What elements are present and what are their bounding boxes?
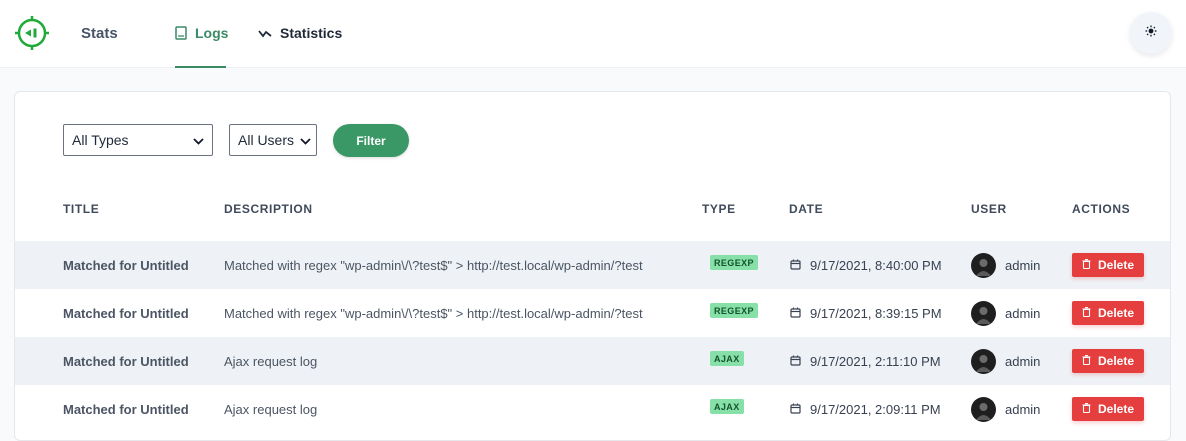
row-title: Matched for Untitled bbox=[63, 257, 189, 273]
type-select-value: All Types bbox=[72, 132, 129, 148]
delete-button[interactable]: Delete bbox=[1072, 253, 1144, 277]
type-badge: REGEXP bbox=[710, 303, 758, 318]
row-user-name: admin bbox=[1005, 305, 1041, 321]
book-icon bbox=[175, 25, 187, 41]
row-date: 9/17/2021, 8:40:00 PM bbox=[790, 241, 942, 289]
table-row: Matched for Untitled Matched with regex … bbox=[15, 241, 1170, 289]
chevron-down-icon bbox=[300, 132, 311, 148]
column-header-actions: ACTIONS bbox=[1072, 202, 1131, 216]
filter-button[interactable]: Filter bbox=[333, 124, 409, 157]
theme-toggle-button[interactable] bbox=[1130, 12, 1172, 54]
avatar bbox=[971, 300, 996, 326]
table-row: Matched for Untitled Ajax request log AJ… bbox=[15, 337, 1170, 385]
row-date: 9/17/2021, 8:39:15 PM bbox=[790, 289, 942, 337]
row-title: Matched for Untitled bbox=[63, 305, 189, 321]
delete-button[interactable]: Delete bbox=[1072, 397, 1144, 421]
column-header-title: TITLE bbox=[63, 202, 100, 216]
row-date-text: 9/17/2021, 8:40:00 PM bbox=[810, 257, 942, 273]
type-badge: AJAX bbox=[710, 399, 744, 414]
user-select[interactable]: All Users bbox=[229, 124, 317, 156]
row-description: Ajax request log bbox=[224, 401, 318, 417]
tab-statistics-label: Statistics bbox=[280, 25, 343, 41]
row-user: admin bbox=[971, 289, 1040, 337]
table-row: Matched for Untitled Ajax request log AJ… bbox=[15, 385, 1170, 433]
sun-icon bbox=[1145, 24, 1157, 42]
delete-button-label: Delete bbox=[1097, 402, 1135, 416]
type-badge: REGEXP bbox=[710, 255, 758, 270]
top-bar: Stats Logs Statistics bbox=[0, 0, 1186, 68]
tab-statistics[interactable]: Statistics bbox=[258, 25, 342, 68]
delete-button[interactable]: Delete bbox=[1072, 349, 1144, 373]
row-title: Matched for Untitled bbox=[63, 353, 189, 369]
avatar bbox=[971, 252, 996, 278]
row-date-text: 9/17/2021, 2:09:11 PM bbox=[810, 401, 941, 417]
row-title: Matched for Untitled bbox=[63, 401, 189, 417]
column-header-date: DATE bbox=[789, 202, 824, 216]
row-date: 9/17/2021, 2:11:10 PM bbox=[790, 337, 941, 385]
delete-button-label: Delete bbox=[1097, 354, 1135, 368]
delete-button-label: Delete bbox=[1097, 306, 1135, 320]
row-user: admin bbox=[971, 385, 1040, 433]
row-description: Ajax request log bbox=[224, 353, 318, 369]
row-user-name: admin bbox=[1005, 353, 1041, 369]
avatar bbox=[971, 348, 996, 374]
column-header-type: TYPE bbox=[702, 202, 736, 216]
row-date-text: 9/17/2021, 8:39:15 PM bbox=[810, 305, 942, 321]
tab-logs[interactable]: Logs bbox=[175, 25, 229, 68]
trash-icon bbox=[1082, 402, 1091, 416]
trash-icon bbox=[1082, 354, 1091, 368]
row-user-name: admin bbox=[1005, 401, 1041, 417]
logs-card: All Types All Users Filter TITLE DESCRIP… bbox=[14, 91, 1171, 441]
logo-icon[interactable] bbox=[14, 15, 50, 51]
calendar-icon bbox=[790, 258, 801, 273]
row-user: admin bbox=[971, 241, 1040, 289]
delete-button-label: Delete bbox=[1097, 258, 1135, 272]
table-row: Matched for Untitled Matched with regex … bbox=[15, 289, 1170, 337]
row-date-text: 9/17/2021, 2:11:10 PM bbox=[810, 353, 941, 369]
type-badge: AJAX bbox=[710, 351, 744, 366]
row-date: 9/17/2021, 2:09:11 PM bbox=[790, 385, 941, 433]
trend-icon bbox=[258, 25, 272, 41]
calendar-icon bbox=[790, 402, 801, 417]
row-user: admin bbox=[971, 337, 1040, 385]
avatar bbox=[971, 396, 996, 422]
delete-button[interactable]: Delete bbox=[1072, 301, 1144, 325]
calendar-icon bbox=[790, 306, 801, 321]
brand-title: Stats bbox=[81, 25, 118, 42]
user-select-value: All Users bbox=[238, 132, 295, 148]
calendar-icon bbox=[790, 354, 801, 369]
trash-icon bbox=[1082, 306, 1091, 320]
tab-logs-label: Logs bbox=[195, 25, 229, 41]
row-user-name: admin bbox=[1005, 257, 1041, 273]
row-description: Matched with regex "wp-admin\/\?test$" >… bbox=[224, 257, 643, 273]
column-header-user: USER bbox=[971, 202, 1007, 216]
row-description: Matched with regex "wp-admin\/\?test$" >… bbox=[224, 305, 643, 321]
column-header-description: DESCRIPTION bbox=[224, 202, 313, 216]
type-select[interactable]: All Types bbox=[63, 124, 213, 156]
chevron-down-icon bbox=[193, 132, 204, 148]
trash-icon bbox=[1082, 258, 1091, 272]
